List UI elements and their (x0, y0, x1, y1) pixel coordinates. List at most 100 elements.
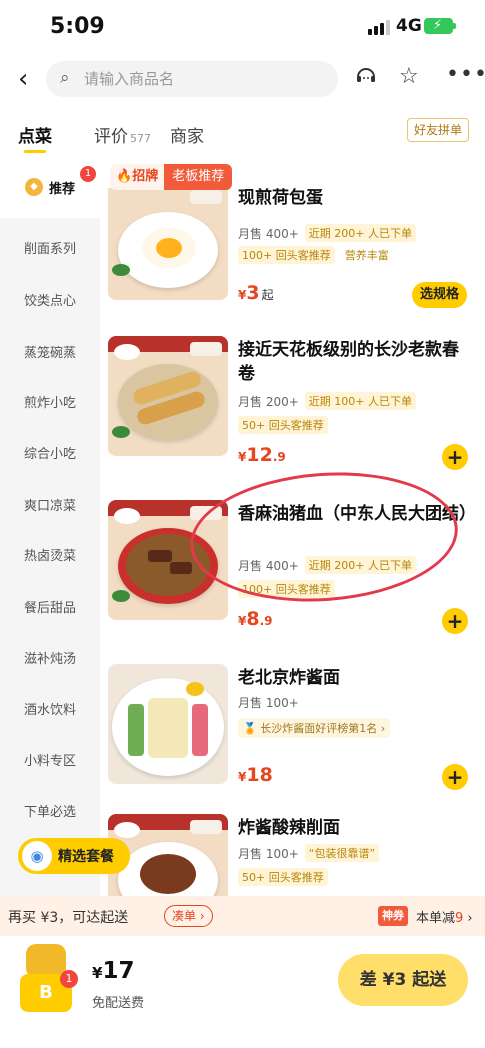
dish-image-part (190, 506, 222, 520)
friend-group-button[interactable]: 好友拼单 (406, 118, 469, 142)
dish-image-part (128, 704, 144, 756)
sidebar-item[interactable]: 削面系列 (0, 238, 100, 257)
dish-sales-text: 月售 100+ (238, 696, 299, 710)
dish-price: ¥18 (238, 764, 273, 786)
tab-bar: 点菜 评价 577 商家 好友拼单 (0, 110, 485, 156)
dish-price: ¥3 起 (238, 282, 274, 304)
repeat-customer-tag: 100+ 回头客推荐 (238, 580, 335, 598)
dish-sales: 月售 400+ 近期 200+ 人已下单 (238, 556, 416, 574)
add-items-label: 凑单 (172, 909, 197, 923)
back-icon[interactable]: ‹ (18, 64, 28, 94)
dish-sales: 月售 100+ “包装很靠谱” (238, 844, 380, 862)
sidebar-item[interactable]: 热卤烫菜 (0, 545, 100, 564)
status-bar: 5:09 4G ⚡ (0, 0, 485, 50)
review-quote-tag: “包装很靠谱” (304, 844, 380, 862)
dish-sales-text: 月售 400+ (238, 558, 299, 573)
robot-icon: ◉ (22, 841, 52, 871)
dish-sales-text: 月售 400+ (238, 226, 299, 241)
price-integer: 18 (246, 764, 273, 786)
search-input[interactable] (84, 61, 324, 97)
dish-card-spring-roll[interactable]: 接近天花板级别的长沙老款春卷 月售 200+ 近期 100+ 人已下单 50+ … (100, 336, 485, 476)
category-sidebar: ◆ 推荐 1 削面系列 饺类点心 蒸笼碗蒸 煎炸小吃 综合小吃 爽口凉菜 热卤烫… (0, 156, 100, 896)
sidebar-item-label: 推荐 (48, 181, 75, 197)
dish-image-part (114, 508, 140, 524)
sidebar-item[interactable]: 滋补炖汤 (0, 648, 100, 667)
dish-card-egg[interactable]: 现煎荷包蛋 月售 400+ 近期 200+ 人已下单 100+ 回头客推荐 营养… (100, 188, 485, 328)
dish-image-part (190, 342, 222, 356)
dish-image-part (114, 822, 140, 838)
dish-price: ¥12.9 (238, 444, 286, 466)
add-items-button[interactable]: 凑单 › (164, 905, 213, 927)
tab-order[interactable]: 点菜 (18, 122, 52, 147)
discount-info[interactable]: 本单减9 › (416, 907, 473, 926)
add-to-cart-button[interactable]: + (442, 444, 468, 470)
combo-meal-button[interactable]: ◉ 精选套餐 (18, 838, 130, 874)
repeat-customer-tag: 100+ 回头客推荐 (238, 246, 335, 264)
signature-header: 🔥招牌 老板推荐 (110, 164, 233, 190)
favorite-star-icon[interactable]: ☆ (399, 64, 419, 89)
sidebar-item[interactable]: 蒸笼碗蒸 (0, 342, 100, 361)
dish-sales: 月售 400+ 近期 200+ 人已下单 (238, 224, 416, 242)
cart-button[interactable]: B 1 (18, 944, 78, 1012)
sidebar-item[interactable]: 煎炸小吃 (0, 392, 100, 411)
ranking-text: 长沙炸酱面好评榜第1名 (260, 722, 378, 735)
tab-merchant[interactable]: 商家 (170, 122, 204, 147)
sidebar-item[interactable]: 餐后甜品 (0, 597, 100, 616)
tab-reviews[interactable]: 评价 577 (94, 122, 151, 147)
dish-title: 香麻油猪血（中东人民大团结） (238, 504, 476, 524)
dish-image-part (170, 562, 192, 574)
dish-tags: 50+ 回头客推荐 (238, 868, 328, 886)
repeat-customer-tag: 50+ 回头客推荐 (238, 868, 328, 886)
sidebar-item[interactable]: 综合小吃 (0, 443, 100, 462)
dish-image (108, 336, 228, 456)
dish-card-sour-spicy-noodles[interactable]: 炸酱酸辣削面 月售 100+ “包装很靠谱” 50+ 回头客推荐 (100, 814, 485, 896)
dish-image-part (112, 426, 130, 438)
coupon-badge: 神券 (378, 906, 408, 926)
dish-sales-text: 月售 100+ (238, 846, 299, 861)
signature-label-text: 招牌 (132, 169, 159, 184)
add-to-cart-button[interactable]: + (442, 764, 468, 790)
free-delivery-text: 免配送费 (92, 996, 145, 1011)
sidebar-item[interactable]: 酒水饮料 (0, 699, 100, 718)
sidebar-item[interactable]: 小料专区 (0, 750, 100, 769)
boss-recommend-label: 老板推荐 (164, 164, 233, 190)
select-spec-button[interactable]: 选规格 (412, 282, 468, 308)
recommend-icon: ◆ (24, 178, 43, 196)
dish-image-part (148, 550, 172, 562)
dish-card-zhajiang-noodles[interactable]: 老北京炸酱面 月售 100+ 🏅 长沙炸酱面好评榜第1名 › ¥18 + (100, 664, 485, 804)
cart-total: ¥17 (92, 958, 134, 984)
search-box[interactable]: ⌕ (46, 61, 338, 97)
sidebar-item-recommend[interactable]: ◆ 推荐 1 (0, 156, 100, 218)
dish-image-part (192, 704, 208, 756)
min-order-button[interactable]: 差 ¥3 起送 (338, 954, 468, 1006)
sidebar-item[interactable]: 爽口凉菜 (0, 495, 100, 514)
sidebar-item[interactable]: 下单必选 (0, 801, 100, 820)
price-decimal: .9 (259, 614, 273, 628)
price-from: 起 (261, 288, 274, 302)
more-icon[interactable]: ••• (446, 62, 485, 87)
dish-image-part (186, 682, 204, 696)
discount-prefix: 本单减 (416, 911, 456, 926)
dish-image-part (148, 698, 188, 758)
dish-image (108, 188, 228, 300)
price-decimal: .9 (272, 450, 286, 464)
repeat-customer-tag: 50+ 回头客推荐 (238, 416, 328, 434)
dish-sales: 月售 100+ (238, 694, 299, 711)
network-label: 4G (396, 16, 422, 36)
tab-active-indicator (24, 150, 46, 153)
dish-card-pig-blood[interactable]: 香麻油猪血（中东人民大团结） 月售 400+ 近期 200+ 人已下单 100+… (100, 500, 485, 640)
recent-orders-tag: 近期 200+ 人已下单 (304, 224, 416, 242)
combo-label: 精选套餐 (58, 849, 114, 865)
dish-image-part (112, 590, 130, 602)
tab-reviews-count: 577 (130, 132, 151, 145)
discount-value: 9 (455, 911, 464, 926)
cart-mascot-icon (26, 944, 66, 978)
customer-service-icon[interactable] (354, 64, 378, 94)
signature-label: 🔥招牌 (110, 164, 165, 190)
sidebar-item[interactable]: 饺类点心 (0, 290, 100, 309)
dish-image-part (112, 264, 130, 276)
nav-bar: ‹ ⌕ ☆ ••• (0, 50, 485, 110)
dish-title: 现煎荷包蛋 (238, 188, 323, 208)
add-to-cart-button[interactable]: + (442, 608, 468, 634)
ranking-badge[interactable]: 🏅 长沙炸酱面好评榜第1名 › (238, 718, 391, 738)
